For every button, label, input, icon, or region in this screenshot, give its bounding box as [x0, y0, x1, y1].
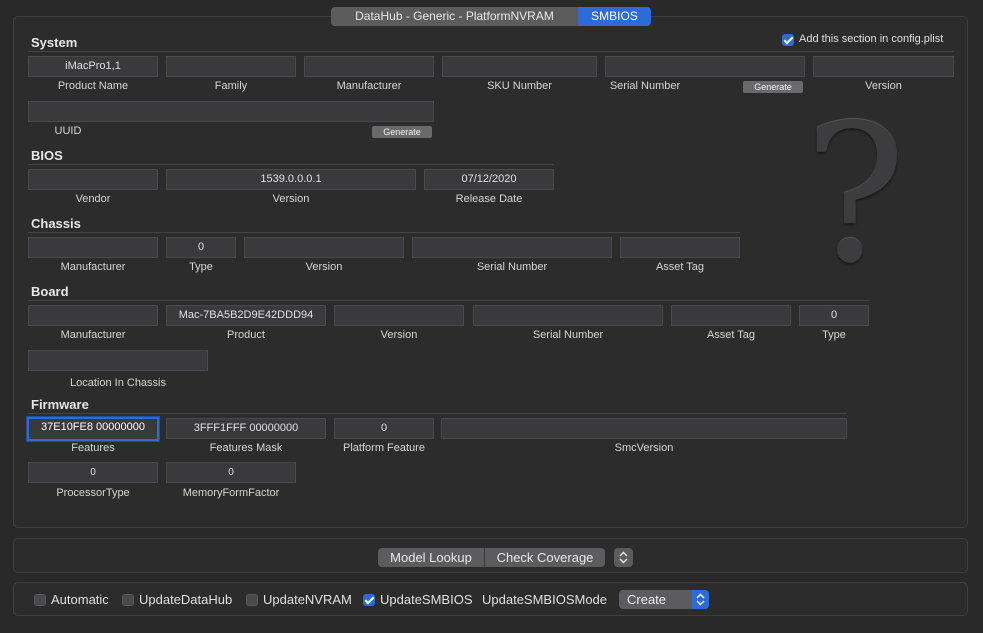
smc-version-label: SmcVersion: [614, 442, 674, 454]
product-name-field[interactable]: iMacPro1,1: [28, 56, 158, 77]
board-serial-number-label: Serial Number: [532, 329, 604, 341]
product-name-label: Product Name: [57, 80, 129, 92]
tab-datahub[interactable]: DataHub - Generic - PlatformNVRAM: [331, 7, 578, 26]
question-mark-icon: ?: [804, 84, 906, 305]
chassis-serial-number-field[interactable]: [412, 237, 612, 258]
board-type-field[interactable]: 0: [799, 305, 869, 326]
add-section-checkbox[interactable]: [782, 34, 794, 46]
board-manufacturer-field[interactable]: [28, 305, 158, 326]
platform-feature-field[interactable]: 0: [334, 418, 434, 439]
location-in-chassis-field[interactable]: [28, 350, 208, 371]
firmware-section-title: Firmware: [31, 397, 89, 412]
sku-number-field[interactable]: [442, 56, 597, 77]
firmware-divider: [28, 413, 847, 414]
memory-form-factor-field[interactable]: 0: [166, 462, 296, 483]
system-divider: [28, 51, 954, 52]
memory-form-factor-label: MemoryFormFactor: [182, 487, 280, 499]
features-field[interactable]: 37E10FE8 00000000: [26, 416, 160, 442]
chassis-manufacturer-label: Manufacturer: [60, 261, 126, 273]
board-asset-tag-field[interactable]: [671, 305, 791, 326]
platform-feature-label: Platform Feature: [343, 442, 425, 454]
board-serial-number-field[interactable]: [473, 305, 663, 326]
processor-type-field[interactable]: 0: [28, 462, 158, 483]
chassis-asset-tag-label: Asset Tag: [655, 261, 705, 273]
board-product-field[interactable]: Mac-7BA5B2D9E42DDD94: [166, 305, 326, 326]
features-mask-label: Features Mask: [209, 442, 283, 454]
uuid-label: UUID: [54, 125, 82, 137]
chassis-section-title: Chassis: [31, 216, 81, 231]
update-nvram-checkbox[interactable]: [246, 594, 258, 606]
bios-release-date-label: Release Date: [455, 193, 523, 205]
update-smbios-label: UpdateSMBIOS: [380, 592, 473, 607]
board-type-label: Type: [822, 329, 846, 341]
serial-generate-button[interactable]: Generate: [743, 81, 803, 93]
bios-version-label: Version: [272, 193, 310, 205]
board-divider: [28, 300, 869, 301]
update-smbios-mode-select[interactable]: Create: [619, 590, 709, 609]
chassis-manufacturer-field[interactable]: [28, 237, 158, 258]
bios-vendor-label: Vendor: [75, 193, 111, 205]
smc-version-field[interactable]: [441, 418, 847, 439]
bios-vendor-field[interactable]: [28, 169, 158, 190]
family-field[interactable]: [166, 56, 296, 77]
board-section-title: Board: [31, 284, 69, 299]
location-in-chassis-label: Location In Chassis: [70, 377, 166, 389]
chassis-type-field[interactable]: 0: [166, 237, 236, 258]
uuid-generate-button[interactable]: Generate: [372, 126, 432, 138]
tab-smbios[interactable]: SMBIOS: [578, 7, 651, 26]
system-version-field[interactable]: [813, 56, 954, 77]
bios-version-field[interactable]: 1539.0.0.0.1: [166, 169, 416, 190]
bios-divider: [28, 164, 554, 165]
system-manufacturer-field[interactable]: [304, 56, 434, 77]
chassis-divider: [28, 232, 740, 233]
update-smbios-checkbox[interactable]: [363, 594, 375, 606]
automatic-label: Automatic: [51, 592, 109, 607]
update-nvram-label: UpdateNVRAM: [263, 592, 352, 607]
board-version-label: Version: [380, 329, 418, 341]
chassis-type-label: Type: [189, 261, 213, 273]
board-manufacturer-label: Manufacturer: [60, 329, 126, 341]
chassis-serial-number-label: Serial Number: [476, 261, 548, 273]
system-serial-number-field[interactable]: [605, 56, 805, 77]
chassis-asset-tag-field[interactable]: [620, 237, 740, 258]
up-down-chevron-icon[interactable]: [614, 548, 633, 567]
family-label: Family: [214, 80, 248, 92]
chevron-up-down-icon: [692, 590, 709, 609]
stepper-chevrons-icon: [619, 551, 628, 564]
update-datahub-checkbox[interactable]: [122, 594, 134, 606]
add-section-label: Add this section in config.plist: [799, 33, 944, 45]
chassis-version-label: Version: [305, 261, 343, 273]
check-coverage-button[interactable]: Check Coverage: [485, 548, 605, 567]
update-smbios-mode-value: Create: [627, 592, 667, 607]
sku-number-label: SKU Number: [487, 80, 552, 92]
update-datahub-label: UpdateDataHub: [139, 592, 233, 607]
board-version-field[interactable]: [334, 305, 464, 326]
update-smbios-mode-label: UpdateSMBIOSMode: [482, 592, 608, 607]
board-product-label: Product: [227, 329, 265, 341]
chassis-version-field[interactable]: [244, 237, 404, 258]
features-label: Features: [71, 442, 115, 454]
bios-section-title: BIOS: [31, 148, 63, 163]
processor-type-label: ProcessorType: [56, 487, 130, 499]
system-manufacturer-label: Manufacturer: [336, 80, 402, 92]
system-section-title: System: [31, 35, 78, 50]
uuid-field[interactable]: [28, 101, 434, 122]
features-mask-field[interactable]: 3FFF1FFF 00000000: [166, 418, 326, 439]
tab-bar: DataHub - Generic - PlatformNVRAM SMBIOS: [331, 7, 651, 26]
model-lookup-button[interactable]: Model Lookup: [378, 548, 484, 567]
bios-release-date-field[interactable]: 07/12/2020: [424, 169, 554, 190]
automatic-checkbox[interactable]: [34, 594, 46, 606]
system-serial-number-label: Serial Number: [609, 80, 681, 92]
board-asset-tag-label: Asset Tag: [706, 329, 756, 341]
